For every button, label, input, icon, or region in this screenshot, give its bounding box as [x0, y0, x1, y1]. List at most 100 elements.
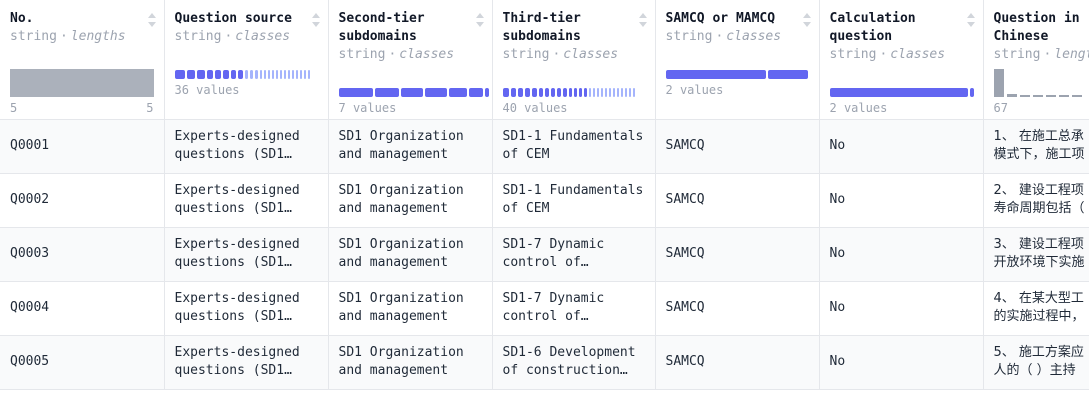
column-title: SAMCQ or MAMCQ	[665, 11, 776, 26]
cell-calculation[interactable]: No	[819, 227, 984, 282]
column-type: string · classes	[338, 47, 455, 62]
cell-calculation-text: No	[829, 138, 846, 153]
cell-question-source[interactable]: Experts-designed questions (SD1…	[164, 227, 329, 282]
cell-question-chinese-text: 的实施过程中，	[993, 309, 1085, 324]
table-header: No. string · lengths 55 Question source st…	[0, 0, 1089, 120]
column-stats: 40 values	[502, 87, 645, 115]
stat-max: 5	[146, 100, 154, 115]
sort-updown-icon[interactable]	[802, 12, 812, 28]
class-distribution-bar[interactable]	[502, 87, 645, 97]
column-header-question-chinese[interactable]: Question in Chinese string·lengths 67	[983, 0, 1089, 120]
cell-calculation-text: No	[829, 246, 846, 261]
data-table: No. string · lengths 55 Question source st…	[0, 0, 1089, 390]
cell-calculation[interactable]: No	[819, 281, 984, 336]
column-stats: 7 values	[338, 87, 489, 115]
cell-question-source-text: Experts-designed questions (SD1…	[174, 291, 300, 324]
column-header-calculation[interactable]: Calculation question string · classes 2 va…	[819, 0, 984, 120]
cell-question-source[interactable]: Experts-designed questions (SD1…	[164, 281, 329, 336]
cell-no-text: Q0001	[10, 138, 50, 153]
cell-question-chinese[interactable]: 1、 在施工总承 模式下，施工项	[983, 119, 1089, 174]
cell-calculation[interactable]: No	[819, 119, 984, 174]
table-row[interactable]: Q0003 Experts-designed questions (SD1… SD1…	[0, 227, 1089, 282]
cell-no[interactable]: Q0005	[0, 335, 165, 390]
table-row[interactable]: Q0002 Experts-designed questions (SD1… SD1…	[0, 173, 1089, 228]
cell-third-tier[interactable]: SD1-7 Dynamic control of…	[492, 281, 656, 336]
cell-calculation[interactable]: No	[819, 335, 984, 390]
column-type: string · classes	[174, 29, 291, 44]
cell-calculation[interactable]: No	[819, 173, 984, 228]
sort-updown-icon[interactable]	[966, 12, 976, 28]
column-type: string·lengths	[10, 29, 126, 44]
sort-updown-icon[interactable]	[147, 12, 157, 28]
cell-question-source-text: Experts-designed questions (SD1…	[174, 237, 300, 270]
cell-calculation-text: No	[829, 354, 846, 369]
column-stats: 2 values	[665, 69, 809, 97]
cell-second-tier[interactable]: SD1 Organization and management	[328, 281, 493, 336]
cell-question-source[interactable]: Experts-designed questions (SD1…	[164, 119, 329, 174]
column-header-no[interactable]: No. string · lengths 55	[0, 0, 165, 120]
cell-second-tier-text: SD1 Organization and management	[338, 237, 464, 270]
sort-updown-icon[interactable]	[311, 12, 321, 28]
length-histogram-bar[interactable]	[10, 68, 154, 97]
cell-samcq[interactable]: SAMCQ	[655, 173, 820, 228]
cell-no[interactable]: Q0004	[0, 281, 165, 336]
cell-second-tier-text: SD1 Organization and management	[338, 291, 464, 324]
sort-updown-icon[interactable]	[475, 12, 485, 28]
cell-question-chinese-text: 4、 在某大型工	[993, 291, 1084, 306]
cell-question-chinese[interactable]: 4、 在某大型工 的实施过程中，	[983, 281, 1089, 336]
column-header-third-tier[interactable]: Third-tier subdomains string · classes 40 …	[492, 0, 656, 120]
cell-third-tier-text: SD1-7 Dynamic control of…	[502, 291, 605, 324]
cell-no-text: Q0004	[10, 300, 50, 315]
column-title: Question in Chinese	[993, 11, 1080, 44]
cell-question-chinese[interactable]: 3、 建设工程项 开放环境下实施	[983, 227, 1089, 282]
cell-no[interactable]: Q0001	[0, 119, 165, 174]
cell-samcq-text: SAMCQ	[665, 138, 705, 153]
cell-second-tier-text: SD1 Organization and management	[338, 345, 464, 378]
length-histogram[interactable]	[993, 67, 1089, 97]
class-distribution-bar[interactable]	[665, 69, 809, 79]
cell-second-tier[interactable]: SD1 Organization and management	[328, 119, 493, 174]
class-distribution-bar[interactable]	[174, 69, 318, 79]
cell-samcq[interactable]: SAMCQ	[655, 335, 820, 390]
cell-question-source[interactable]: Experts-designed questions (SD1…	[164, 335, 329, 390]
cell-question-chinese-text: 5、 施工方案应	[993, 345, 1084, 360]
cell-question-source-text: Experts-designed questions (SD1…	[174, 183, 300, 216]
cell-third-tier[interactable]: SD1-1 Fundamentals of CEM	[492, 119, 656, 174]
cell-samcq-text: SAMCQ	[665, 354, 705, 369]
cell-samcq[interactable]: SAMCQ	[655, 119, 820, 174]
column-header-question-source[interactable]: Question source string · classes 36 values	[164, 0, 329, 120]
cell-no[interactable]: Q0002	[0, 173, 165, 228]
cell-question-chinese-text: 开放环境下实施	[993, 255, 1085, 270]
stat-count: 7 values	[338, 100, 397, 115]
class-distribution-bar[interactable]	[829, 87, 974, 97]
cell-third-tier[interactable]: SD1-1 Fundamentals of CEM	[492, 173, 656, 228]
cell-second-tier[interactable]: SD1 Organization and management	[328, 173, 493, 228]
stat-count: 2 values	[829, 100, 888, 115]
cell-second-tier[interactable]: SD1 Organization and management	[328, 227, 493, 282]
column-title: Third-tier subdomains	[502, 11, 581, 44]
cell-calculation-text: No	[829, 300, 846, 315]
cell-question-chinese[interactable]: 2、 建设工程项 寿命周期包括（	[983, 173, 1089, 228]
table-row[interactable]: Q0004 Experts-designed questions (SD1… SD1…	[0, 281, 1089, 336]
sort-updown-icon[interactable]	[638, 12, 648, 28]
cell-no-text: Q0002	[10, 192, 50, 207]
cell-second-tier-text: SD1 Organization and management	[338, 129, 464, 162]
cell-third-tier[interactable]: SD1-7 Dynamic control of…	[492, 227, 656, 282]
cell-question-chinese-text: 2、 建设工程项	[993, 183, 1084, 198]
column-type: string · classes	[829, 47, 946, 62]
table-row[interactable]: Q0005 Experts-designed questions (SD1… SD1…	[0, 335, 1089, 390]
column-header-samcq-mamcq[interactable]: SAMCQ or MAMCQ string · classes 2 values	[655, 0, 820, 120]
cell-third-tier[interactable]: SD1-6 Development of construction…	[492, 335, 656, 390]
cell-question-chinese[interactable]: 5、 施工方案应 人的（ ）主持	[983, 335, 1089, 390]
table-row[interactable]: Q0001 Experts-designed questions (SD1… SD1…	[0, 119, 1089, 174]
column-title: Question source	[174, 11, 292, 26]
cell-no[interactable]: Q0003	[0, 227, 165, 282]
cell-samcq[interactable]: SAMCQ	[655, 281, 820, 336]
cell-samcq-text: SAMCQ	[665, 246, 705, 261]
class-distribution-bar[interactable]	[338, 87, 489, 97]
cell-calculation-text: No	[829, 192, 846, 207]
column-header-second-tier[interactable]: Second-tier subdomains string · classes 7 …	[328, 0, 493, 120]
cell-question-source[interactable]: Experts-designed questions (SD1…	[164, 173, 329, 228]
cell-second-tier[interactable]: SD1 Organization and management	[328, 335, 493, 390]
cell-samcq[interactable]: SAMCQ	[655, 227, 820, 282]
